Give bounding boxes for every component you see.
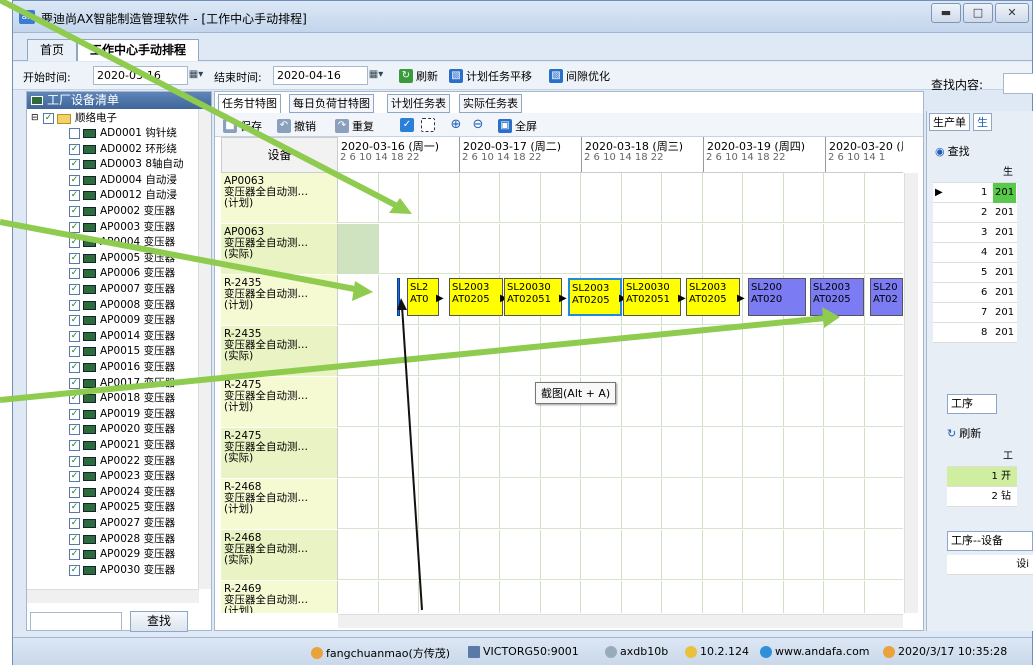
annotation-overlay	[0, 0, 840, 611]
annotation-arrowhead	[397, 298, 407, 310]
annotation-arrowhead	[822, 307, 840, 328]
annotation-arrow	[0, 219, 361, 293]
annotation-arrow	[0, 0, 401, 210]
annotation-arrow	[401, 305, 423, 611]
annotation-arrow	[0, 315, 827, 403]
annotation-arrowhead	[352, 281, 373, 301]
